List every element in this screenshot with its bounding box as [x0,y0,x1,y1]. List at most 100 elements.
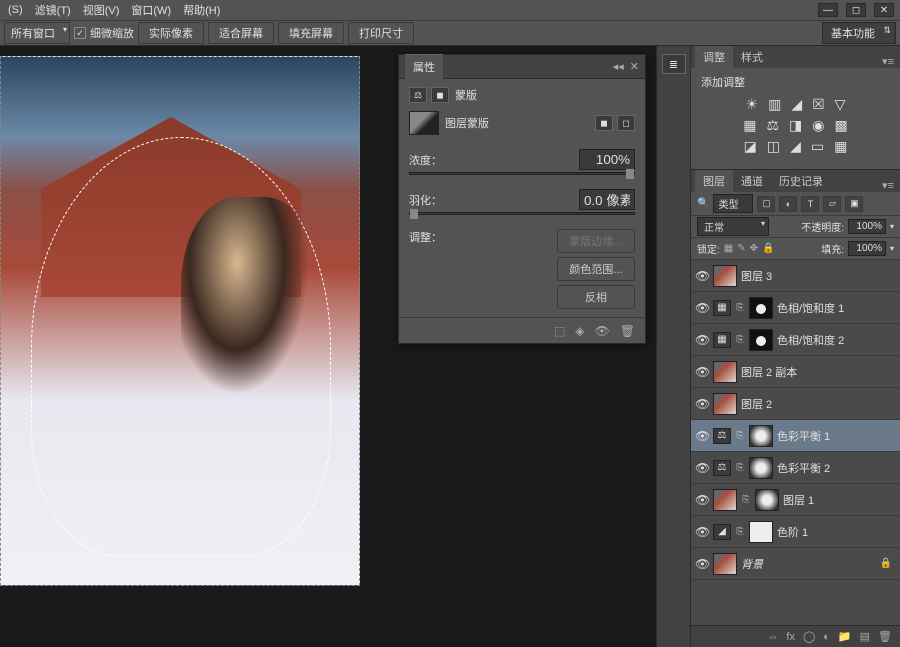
tab-channels[interactable]: 通道 [733,170,771,192]
close-panel-icon[interactable]: ✕ [630,60,639,73]
invert-button[interactable]: 反相 [557,285,635,309]
levels-icon[interactable]: ▥ [768,96,781,113]
new-layer-icon[interactable]: ▤ [860,630,870,643]
blend-mode-select[interactable]: 正常 [697,217,769,236]
layer-row[interactable]: 👁⚖⎘色彩平衡 2 [691,452,900,484]
layer-mask-thumbnail[interactable] [749,425,773,447]
selective-color-icon[interactable]: ▦ [834,138,847,155]
hue-icon[interactable]: ▦ [743,117,756,134]
visibility-icon[interactable]: 👁 [695,301,709,315]
layers-menu-icon[interactable]: ▾≡ [876,179,900,192]
channel-mixer-icon[interactable]: ▩ [835,117,848,134]
layer-thumbnail[interactable] [713,553,737,575]
panel-menu-icon[interactable]: ▾≡ [876,55,900,68]
invert-icon[interactable]: ◪ [744,138,757,155]
layer-row[interactable]: 👁⚖⎘色彩平衡 1 [691,420,900,452]
layer-mask-thumbnail[interactable] [749,297,773,319]
properties-header[interactable]: 属性 ◂◂ ✕ [399,55,645,79]
visibility-icon[interactable]: 👁 [695,525,709,539]
color-range-button[interactable]: 颜色范围... [557,257,635,281]
close-button[interactable]: ✕ [874,3,894,17]
layer-row[interactable]: 👁背景🔒 [691,548,900,580]
posterize-icon[interactable]: ◫ [767,138,780,155]
tab-styles[interactable]: 样式 [733,46,771,68]
lock-all-icon[interactable]: 🔒 [762,243,774,254]
filter-kind-select[interactable]: 类型 [713,194,753,213]
threshold-icon[interactable]: ◢ [790,138,801,155]
balance-adj-icon[interactable]: ⚖ [409,87,427,103]
opacity-input[interactable]: 100% [848,219,886,234]
layer-name-label[interactable]: 图层 2 副本 [741,364,896,380]
mask-tab-icon[interactable]: ◼ [431,87,449,103]
visibility-icon[interactable]: 👁 [695,269,709,283]
layer-mask-thumbnail[interactable] [755,489,779,511]
layer-name-label[interactable]: 色阶 1 [777,524,896,540]
visibility-icon[interactable]: 👁 [695,365,709,379]
opacity-chevron-icon[interactable]: ▾ [890,222,894,231]
new-adjustment-icon[interactable]: ◐ [823,631,830,643]
fill-screen-button[interactable]: 填充屏幕 [278,22,344,44]
disable-mask-icon[interactable]: 👁 [595,324,610,338]
layer-name-label[interactable]: 图层 3 [741,268,896,284]
layer-name-label[interactable]: 图层 1 [783,492,896,508]
visibility-icon[interactable]: 👁 [695,333,709,347]
density-input[interactable] [579,149,635,170]
layer-row[interactable]: 👁▦⎘色相/饱和度 2 [691,324,900,356]
print-size-button[interactable]: 打印尺寸 [348,22,414,44]
tab-adjustments[interactable]: 调整 [695,46,733,68]
layer-row[interactable]: 👁图层 2 [691,388,900,420]
layer-mask-thumbnail[interactable] [749,329,773,351]
feather-input[interactable] [579,189,635,210]
fill-chevron-icon[interactable]: ▾ [890,244,894,253]
document-canvas[interactable] [0,56,360,586]
mask-thumbnail[interactable] [409,111,439,135]
tab-layers[interactable]: 图层 [695,170,733,192]
fill-input[interactable]: 100% [848,241,886,256]
layer-thumbnail[interactable] [713,361,737,383]
collapsed-panel-icon[interactable]: ≣ [662,54,686,74]
layer-mask-thumbnail[interactable] [749,457,773,479]
delete-mask-icon[interactable]: 🗑 [620,324,635,338]
scrubby-zoom-checkbox[interactable]: ✓ 细微缩放 [74,25,134,41]
layer-thumbnail[interactable] [713,265,737,287]
layer-mask-thumbnail[interactable] [749,521,773,543]
layer-row[interactable]: 👁◢⎘色阶 1 [691,516,900,548]
feather-slider[interactable] [409,212,635,215]
link-layers-icon[interactable]: ⇔ [767,631,778,643]
menu-help[interactable]: 帮助(H) [177,0,226,20]
apply-mask-icon[interactable]: ◈ [575,324,584,338]
visibility-icon[interactable]: 👁 [695,493,709,507]
layer-name-label[interactable]: 色彩平衡 1 [777,428,896,444]
layer-name-label[interactable]: 背景 [741,556,876,572]
filter-smart-icon[interactable]: ▣ [845,196,863,212]
filter-type-icon[interactable]: T [801,196,819,212]
menu-s[interactable]: (S) [2,2,29,18]
workspace-selector[interactable]: 基本功能 [822,22,896,44]
lock-paint-icon[interactable]: ✎ [737,243,745,254]
layers-list[interactable]: 👁图层 3👁▦⎘色相/饱和度 1👁▦⎘色相/饱和度 2👁图层 2 副本👁图层 2… [691,260,900,625]
minimize-button[interactable]: — [818,3,838,17]
actual-pixels-button[interactable]: 实际像素 [138,22,204,44]
collapse-icon[interactable]: ◂◂ [613,60,624,73]
new-group-icon[interactable]: 📁 [838,630,852,643]
layer-thumbnail[interactable] [713,489,737,511]
layer-row[interactable]: 👁 图层 2 副本 [691,356,900,388]
density-slider[interactable] [409,172,635,175]
delete-layer-icon[interactable]: 🗑 [878,630,892,643]
layer-row[interactable]: 👁 图层 3 [691,260,900,292]
layer-thumbnail[interactable] [713,393,737,415]
bw-icon[interactable]: ◨ [789,117,802,134]
layer-name-label[interactable]: 色彩平衡 2 [777,460,896,476]
fx-icon[interactable]: fx [786,631,795,643]
layer-name-label[interactable]: 色相/饱和度 1 [777,300,896,316]
tab-history[interactable]: 历史记录 [771,170,831,192]
fit-screen-button[interactable]: 适合屏幕 [208,22,274,44]
gradient-map-icon[interactable]: ▭ [811,138,824,155]
exposure-icon[interactable]: ☒ [812,96,825,113]
all-windows-dropdown[interactable]: 所有窗口 [4,22,70,44]
lock-position-icon[interactable]: ✥ [750,243,758,254]
curves-icon[interactable]: ◢ [791,96,802,113]
load-selection-icon[interactable]: ⬚ [554,324,565,338]
visibility-icon[interactable]: 👁 [695,397,709,411]
layer-row[interactable]: 👁▦⎘色相/饱和度 1 [691,292,900,324]
